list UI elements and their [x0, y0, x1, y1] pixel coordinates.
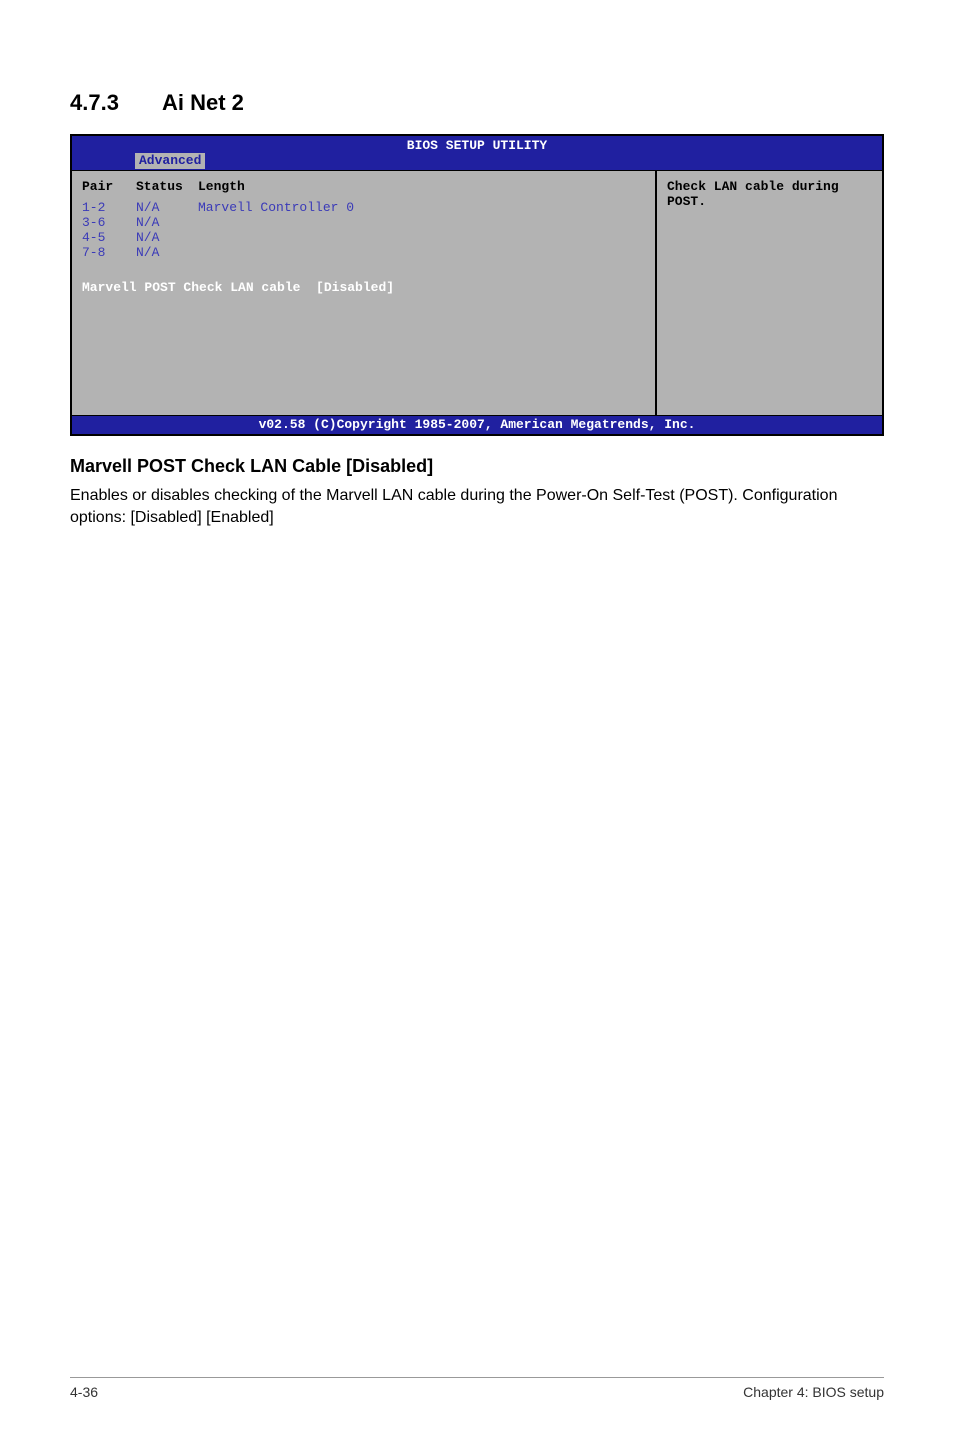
option-value: [Disabled]	[316, 280, 394, 295]
col-pair: Pair	[82, 179, 136, 194]
page-body: 4.7.3Ai Net 2 BIOS SETUP UTILITY Advance…	[0, 0, 954, 1438]
status-value: N/A	[136, 200, 198, 215]
table-row: 3-6N/A	[82, 215, 645, 230]
status-value: N/A	[136, 245, 198, 260]
help-text: Check LAN cable during POST.	[667, 179, 872, 209]
subsection-text: Enables or disables checking of the Marv…	[70, 485, 884, 529]
bios-footer: v02.58 (C)Copyright 1985-2007, American …	[72, 416, 882, 434]
pair-value: 7-8	[82, 245, 136, 260]
page-footer: 4-36 Chapter 4: BIOS setup	[70, 1377, 884, 1400]
option-label: Marvell POST Check LAN cable	[82, 280, 300, 295]
bios-body: PairStatusLength 1-2N/AMarvell Controlle…	[72, 170, 882, 416]
col-length: Length	[198, 179, 245, 194]
bios-help-panel: Check LAN cable during POST.	[657, 171, 882, 415]
chapter-label: Chapter 4: BIOS setup	[743, 1384, 884, 1400]
pair-value: 1-2	[82, 200, 136, 215]
bios-main-panel: PairStatusLength 1-2N/AMarvell Controlle…	[72, 171, 657, 415]
subsection-heading: Marvell POST Check LAN Cable [Disabled]	[70, 456, 884, 477]
section-heading: 4.7.3Ai Net 2	[70, 90, 884, 116]
controller-label: Marvell Controller 0	[198, 200, 354, 215]
pair-value: 4-5	[82, 230, 136, 245]
col-status: Status	[136, 179, 198, 194]
bios-option-row[interactable]: Marvell POST Check LAN cable [Disabled]	[82, 280, 645, 295]
status-value: N/A	[136, 230, 198, 245]
page-number: 4-36	[70, 1384, 98, 1400]
bios-header: BIOS SETUP UTILITY Advanced	[72, 136, 882, 170]
section-number: 4.7.3	[70, 90, 162, 116]
pair-value: 3-6	[82, 215, 136, 230]
table-row: 1-2N/AMarvell Controller 0	[82, 200, 645, 215]
table-row: 4-5N/A	[82, 230, 645, 245]
bios-window: BIOS SETUP UTILITY Advanced PairStatusLe…	[70, 134, 884, 436]
table-row: 7-8N/A	[82, 245, 645, 260]
section-title-text: Ai Net 2	[162, 90, 244, 115]
bios-column-headers: PairStatusLength	[82, 179, 645, 194]
status-value: N/A	[136, 215, 198, 230]
bios-tab-advanced[interactable]: Advanced	[134, 152, 206, 170]
